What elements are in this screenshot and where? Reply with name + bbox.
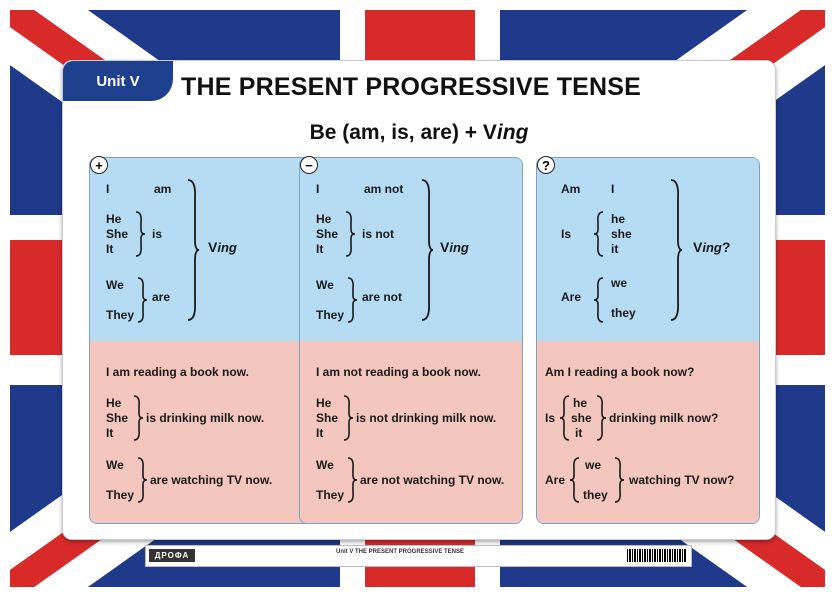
minus-icon: − <box>300 156 318 174</box>
pronoun-it: It <box>316 242 324 256</box>
brace-icon <box>596 395 607 441</box>
pronoun-she: she <box>611 227 632 241</box>
brace-icon <box>559 395 570 441</box>
verb-is-not: is not <box>362 227 394 241</box>
pronoun-we: we <box>611 276 628 290</box>
verb-are-not: are not <box>362 290 403 304</box>
brace-icon <box>614 457 625 503</box>
example-1: I am reading a book now. <box>106 365 249 379</box>
big-brace-icon <box>187 179 200 321</box>
example-3-rest: are not watching TV now. <box>360 473 505 487</box>
example-2-pronoun: He <box>106 396 122 410</box>
verb-are: Are <box>561 290 582 304</box>
page-title: THE PRESENT PROGRESSIVE TENSE <box>181 73 642 101</box>
example-2-pronoun: she <box>571 411 592 425</box>
brace-icon <box>137 457 148 503</box>
result-ving-question: Ving? <box>693 239 731 255</box>
result-ving: Ving <box>440 239 469 255</box>
pronoun-i: I <box>611 182 615 196</box>
example-3-pronoun: They <box>316 488 345 502</box>
pronoun-we: We <box>316 278 334 292</box>
brace-icon <box>343 395 354 441</box>
pronoun-i: I <box>106 182 110 196</box>
pronoun-they: They <box>316 308 345 322</box>
big-brace-icon <box>421 179 434 321</box>
pronoun-it: it <box>611 242 619 256</box>
pronoun-she: She <box>316 227 339 241</box>
example-3-rest: watching TV now? <box>629 473 735 487</box>
example-3-verb: Are <box>545 473 566 487</box>
brace-icon <box>133 395 144 441</box>
example-1: I am not reading a book now. <box>316 365 481 379</box>
publisher-logo: ДРОФА <box>149 549 195 562</box>
pronoun-i: I <box>316 182 320 196</box>
example-2-pronoun: it <box>575 426 583 440</box>
example-3-pronoun: they <box>583 488 608 502</box>
example-3-pronoun: We <box>106 458 124 472</box>
poster: Unit V THE PRESENT PROGRESSIVE TENSE Be … <box>0 0 835 597</box>
formula: Be (am, is, are) + Ving <box>309 121 529 144</box>
verb-am: am <box>154 182 172 196</box>
example-2-rest: is drinking milk now. <box>146 411 265 425</box>
example-2-verb: Is <box>545 411 556 425</box>
example-3-pronoun: We <box>316 458 334 472</box>
pronoun-he: He <box>106 212 122 226</box>
verb-is: is <box>152 227 163 241</box>
barcode <box>627 549 687 562</box>
brace-icon <box>593 277 604 323</box>
negative-panel: I am not He She It is not We They are no… <box>299 157 523 524</box>
brace-icon <box>569 457 580 503</box>
verb-am: Am <box>561 182 581 196</box>
result-ving: Ving <box>208 239 237 255</box>
pronoun-she: She <box>106 227 129 241</box>
plus-icon: + <box>90 156 108 174</box>
big-brace-icon <box>670 179 683 321</box>
pronoun-we: We <box>106 278 124 292</box>
example-2-pronoun: She <box>316 411 339 425</box>
brace-icon <box>593 211 604 257</box>
pronoun-they: They <box>106 308 135 322</box>
example-3-rest: are watching TV now. <box>150 473 273 487</box>
example-2-pronoun: He <box>316 396 332 410</box>
pronoun-they: they <box>611 306 636 320</box>
example-2-pronoun: It <box>316 426 324 440</box>
pronoun-he: He <box>316 212 332 226</box>
example-3-pronoun: we <box>585 458 602 472</box>
example-1: Am I reading a book now? <box>545 365 695 379</box>
footer-unit-caption: Unit V THE PRESENT PROGRESSIVE TENSE <box>336 549 465 555</box>
question-panel: Am I Is he she it Are we they Ving? Am I… <box>536 157 760 524</box>
example-2-pronoun: It <box>106 426 114 440</box>
brace-icon <box>345 211 356 257</box>
unit-tab: Unit V <box>63 61 173 101</box>
chart-sheet: Unit V THE PRESENT PROGRESSIVE TENSE Be … <box>62 60 776 540</box>
brace-icon <box>137 277 148 323</box>
brace-icon <box>347 457 358 503</box>
verb-are: are <box>152 290 171 304</box>
pronoun-he: he <box>611 212 626 226</box>
verb-am-not: am not <box>364 182 404 196</box>
affirmative-panel: I am He She It is We They are Ving I am … <box>89 157 313 524</box>
publisher-footer: ДРОФА Unit V THE PRESENT PROGRESSIVE TEN… <box>145 545 692 567</box>
example-2-pronoun: She <box>106 411 129 425</box>
question-icon: ? <box>537 156 555 174</box>
example-2-pronoun: he <box>573 396 588 410</box>
brace-icon <box>347 277 358 323</box>
verb-is: Is <box>561 227 572 241</box>
example-2-rest: drinking milk now? <box>609 411 719 425</box>
example-2-rest: is not drinking milk now. <box>356 411 497 425</box>
brace-icon <box>135 211 146 257</box>
example-3-pronoun: They <box>106 488 135 502</box>
pronoun-it: It <box>106 242 114 256</box>
